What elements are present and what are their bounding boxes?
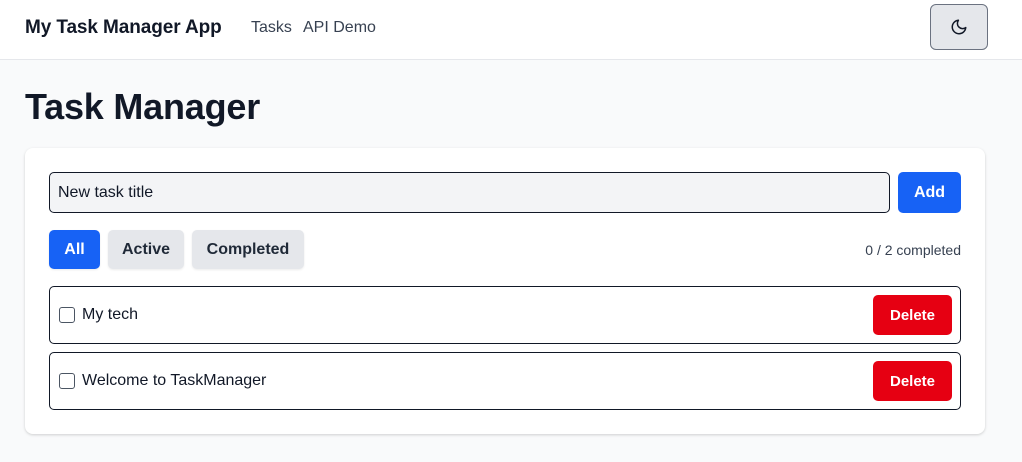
moon-icon (951, 19, 967, 35)
new-task-input[interactable] (49, 172, 890, 213)
task-title: Welcome to TaskManager (82, 372, 267, 389)
task-checkbox[interactable] (59, 373, 75, 389)
top-navbar: My Task Manager App Tasks API Demo (0, 0, 1022, 60)
filter-completed-button[interactable]: Completed (192, 230, 304, 269)
delete-task-button[interactable]: Delete (873, 361, 952, 401)
filter-all-button[interactable]: All (49, 230, 100, 269)
completion-counter: 0 / 2 completed (865, 242, 961, 258)
task-title: My tech (82, 306, 139, 323)
task-row: My tech Delete (49, 286, 961, 344)
delete-task-button[interactable]: Delete (873, 295, 952, 335)
app-brand[interactable]: My Task Manager App (25, 17, 222, 39)
filter-active-button[interactable]: Active (108, 230, 184, 269)
nav-link-tasks[interactable]: Tasks (251, 19, 292, 37)
nav-link-api-demo[interactable]: API Demo (303, 19, 376, 37)
theme-toggle-button[interactable] (930, 4, 988, 50)
add-task-button[interactable]: Add (898, 172, 961, 213)
page-title: Task Manager (25, 86, 261, 127)
task-card: Add All Active Completed 0 / 2 completed… (25, 148, 985, 434)
task-row: Welcome to TaskManager Delete (49, 352, 961, 410)
task-checkbox[interactable] (59, 307, 75, 323)
